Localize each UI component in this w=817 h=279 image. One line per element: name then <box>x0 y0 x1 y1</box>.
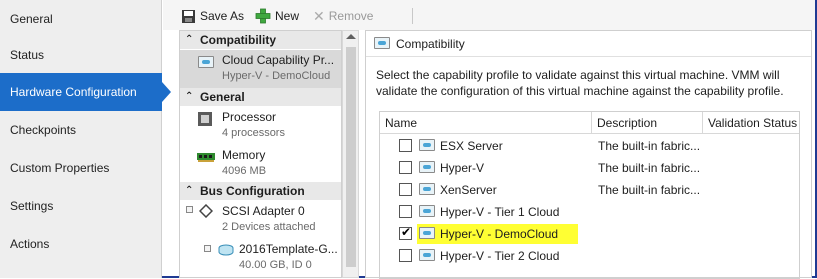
profile-checkbox[interactable] <box>399 161 412 174</box>
collapse-icon: ⌃ <box>185 91 194 102</box>
tree-item-subtitle: Hyper-V - DemoCloud <box>222 70 331 82</box>
collapse-icon: ⌃ <box>185 185 194 196</box>
section-label: Bus Configuration <box>200 184 305 198</box>
cloud-profile-icon <box>374 37 390 49</box>
column-header-description[interactable]: Description <box>592 112 703 134</box>
name-cell: Hyper-V - DemoCloud <box>417 224 578 244</box>
table-row[interactable]: XenServer The built-in fabric... <box>380 179 799 201</box>
column-header-validation-status[interactable]: Validation Status <box>703 112 799 134</box>
section-label: Compatibility <box>200 33 277 47</box>
tree-item-scsi-adapter[interactable]: SCSI Adapter 0 2 Devices attached <box>180 201 341 239</box>
remove-label: Remove <box>328 9 374 23</box>
cloud-profile-icon <box>419 161 435 173</box>
profile-checkbox[interactable] <box>399 183 412 196</box>
name-cell: Hyper-V - Tier 2 Cloud <box>417 246 559 266</box>
tree-item-title: SCSI Adapter 0 <box>222 204 305 218</box>
tree-item-title: 2016Template-G... <box>239 242 338 256</box>
name-cell: Hyper-V - Tier 1 Cloud <box>417 202 559 222</box>
scsi-adapter-icon <box>199 204 213 218</box>
left-nav: General Status Hardware Configuration Ch… <box>0 0 171 278</box>
profile-description: The built-in fabric... <box>598 139 701 153</box>
nav-item-settings[interactable]: Settings <box>0 187 162 225</box>
tree-item-subtitle: 4096 MB <box>222 165 267 177</box>
name-cell: XenServer <box>417 180 497 200</box>
toolbar-separator <box>412 8 413 24</box>
tree-item-subtitle: 2 Devices attached <box>222 221 316 233</box>
table-row[interactable]: Hyper-V - DemoCloud <box>380 223 799 245</box>
tree-item-title: Memory <box>222 148 266 162</box>
panel-title-text: Compatibility <box>396 37 465 51</box>
table-row[interactable]: Hyper-V The built-in fabric... <box>380 157 799 179</box>
tree-item-virtual-disk[interactable]: 2016Template-G... 40.00 GB, ID 0 <box>180 239 341 277</box>
new-label: New <box>275 9 300 23</box>
profile-name: ESX Server <box>440 139 503 153</box>
tree-item-title: Cloud Capability Pr... <box>222 53 335 67</box>
nav-item-custom-properties[interactable]: Custom Properties <box>0 149 162 187</box>
section-bus-configuration[interactable]: ⌃ Bus Configuration <box>180 182 341 200</box>
profile-name: Hyper-V - Tier 1 Cloud <box>440 205 560 219</box>
expander-icon <box>186 206 193 213</box>
tree-item-processor[interactable]: Processor 4 processors <box>180 107 341 145</box>
section-compatibility[interactable]: ⌃ Compatibility <box>180 31 341 49</box>
profile-name: XenServer <box>440 183 497 197</box>
tree-item-title: Processor <box>222 110 277 124</box>
section-label: General <box>200 90 245 104</box>
cloud-profile-icon <box>419 139 435 151</box>
column-header-name[interactable]: Name <box>380 112 592 134</box>
cloud-profile-icon <box>419 183 435 195</box>
save-as-button[interactable]: Save As <box>181 7 244 25</box>
compatibility-panel: Compatibility Select the capability prof… <box>365 30 812 279</box>
tree-scrollbar[interactable] <box>342 30 359 278</box>
profile-name: Hyper-V - DemoCloud <box>440 227 559 241</box>
tree-item-memory[interactable]: Memory 4096 MB <box>180 145 341 183</box>
scroll-up-icon[interactable] <box>346 34 356 39</box>
toolbar: Save As New ✕ Remove <box>163 0 815 30</box>
nav-item-hardware-configuration[interactable]: Hardware Configuration <box>0 73 171 111</box>
table-row[interactable]: Hyper-V - Tier 1 Cloud <box>380 201 799 223</box>
collapse-icon: ⌃ <box>185 34 194 45</box>
profile-checkbox[interactable] <box>399 139 412 152</box>
profile-name: Hyper-V - Tier 2 Cloud <box>440 249 560 263</box>
memory-icon <box>197 153 215 162</box>
remove-button[interactable]: ✕ Remove <box>313 7 373 25</box>
cloud-profile-icon <box>419 227 435 239</box>
profile-checkbox[interactable] <box>399 249 412 262</box>
nav-item-general[interactable]: General <box>0 0 162 38</box>
processor-icon <box>198 112 212 126</box>
save-icon <box>182 9 195 23</box>
scroll-thumb[interactable] <box>346 47 356 267</box>
plus-icon <box>255 8 271 24</box>
table-row[interactable]: ESX Server The built-in fabric... <box>380 135 799 157</box>
nav-item-actions[interactable]: Actions <box>0 225 162 263</box>
profile-description: The built-in fabric... <box>598 183 701 197</box>
grid-header: Name Description Validation Status <box>380 112 799 134</box>
panel-title: Compatibility <box>366 31 811 57</box>
table-row[interactable]: Hyper-V - Tier 2 Cloud <box>380 245 799 267</box>
nav-item-status[interactable]: Status <box>0 36 162 74</box>
cloud-profile-icon <box>419 249 435 261</box>
expander-icon <box>204 245 211 252</box>
tree-item-subtitle: 4 processors <box>222 127 285 139</box>
x-icon: ✕ <box>313 7 325 24</box>
cloud-profile-icon <box>419 205 435 217</box>
profile-description: The built-in fabric... <box>598 161 701 175</box>
hardware-tree: ⌃ Compatibility Cloud Capability Pr... H… <box>179 30 342 278</box>
tree-item-cloud-capability[interactable]: Cloud Capability Pr... Hyper-V - DemoClo… <box>180 50 341 88</box>
profile-name: Hyper-V <box>440 161 485 175</box>
name-cell: ESX Server <box>417 136 503 156</box>
save-as-label: Save As <box>200 9 245 23</box>
section-general[interactable]: ⌃ General <box>180 88 341 106</box>
tree-item-subtitle: 40.00 GB, ID 0 <box>239 259 312 271</box>
disk-icon <box>218 244 234 256</box>
profile-checkbox[interactable] <box>399 225 412 240</box>
capability-profile-grid: Name Description Validation Status ESX S… <box>379 111 800 279</box>
new-button[interactable]: New <box>255 7 299 25</box>
name-cell: Hyper-V <box>417 158 484 178</box>
panel-description: Select the capability profile to validat… <box>376 68 784 98</box>
cloud-profile-icon <box>198 56 214 68</box>
profile-checkbox[interactable] <box>399 205 412 218</box>
nav-item-checkpoints[interactable]: Checkpoints <box>0 111 162 149</box>
